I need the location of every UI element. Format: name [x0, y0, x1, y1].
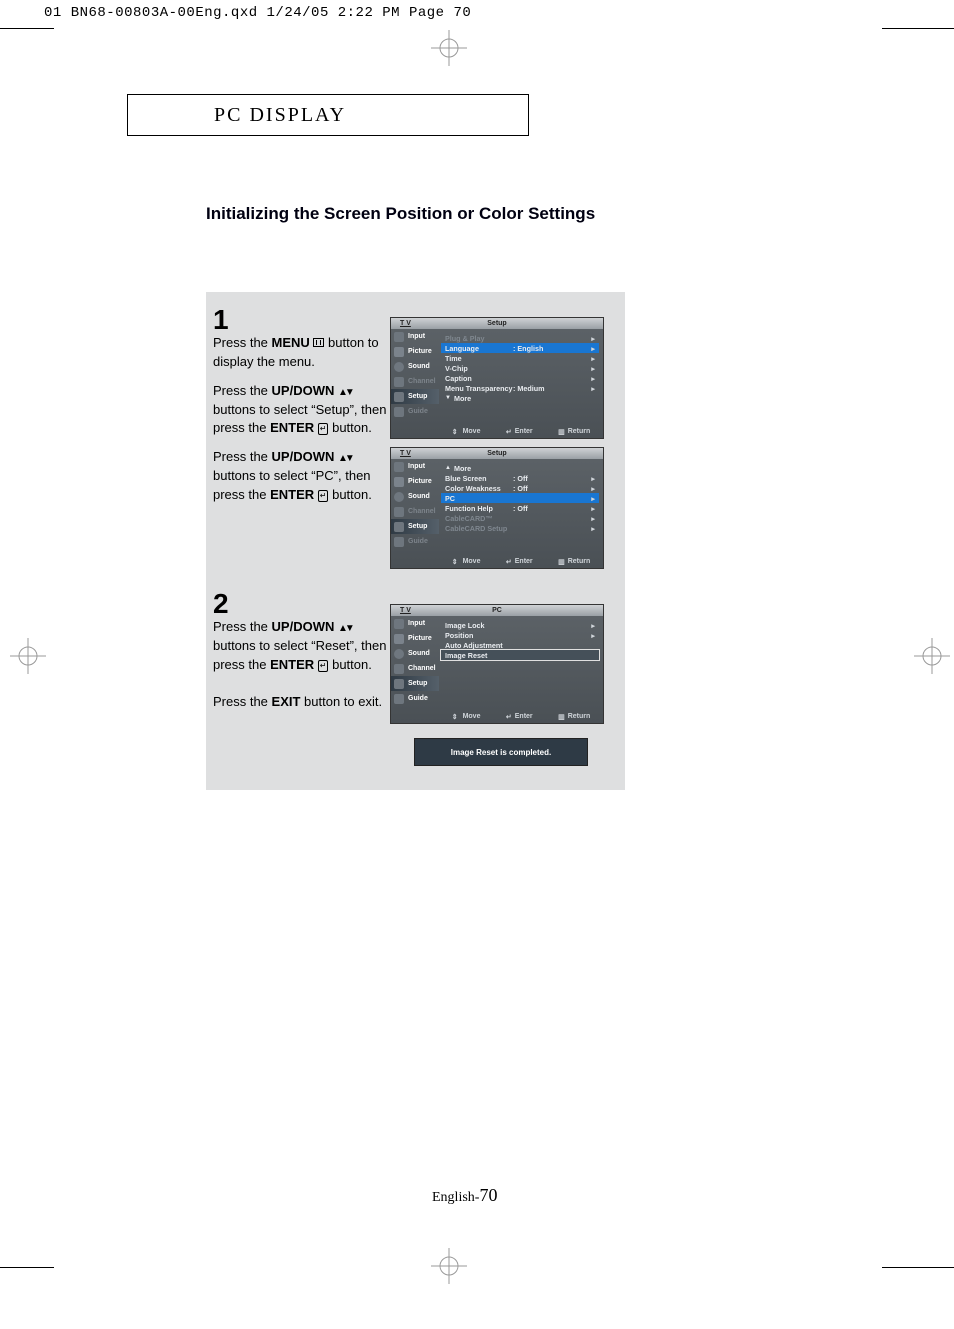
- osd-tab-input: Input: [391, 459, 439, 474]
- osd-tab-setup: Setup: [391, 676, 439, 691]
- osd-menu: Plug & Play▸Language: English▸Time▸V-Chi…: [441, 333, 599, 403]
- registration-mark: [431, 30, 467, 71]
- registration-mark: [914, 638, 950, 679]
- osd-sidebar: Input Picture Sound Channel Setup Guide: [391, 329, 439, 423]
- page-title: Initializing the Screen Position or Colo…: [206, 204, 595, 224]
- osd-menu-item: Image Reset: [441, 650, 599, 660]
- osd-menu-item: Time▸: [441, 353, 599, 363]
- osd-menu-item: Menu Transparency: Medium▸: [441, 383, 599, 393]
- osd-tab-setup: Setup: [391, 389, 439, 404]
- osd-tab-picture: Picture: [391, 344, 439, 359]
- osd-screenshot-pc: T VPC Input Picture Sound Channel Setup …: [390, 604, 604, 724]
- osd-menu-item: V-Chip▸: [441, 363, 599, 373]
- osd-tab-sound: Sound: [391, 646, 439, 661]
- osd-menu-item: Position▸: [441, 630, 599, 640]
- step-1-text: Press the MENU button to display the men…: [213, 334, 388, 505]
- enter-icon: ↵: [318, 490, 329, 502]
- osd-screenshot-setup-2: T VSetup Input Picture Sound Channel Set…: [390, 447, 604, 569]
- osd-tab-picture: Picture: [391, 474, 439, 489]
- osd-tab-picture: Picture: [391, 631, 439, 646]
- content-panel: 1 Press the MENU button to display the m…: [206, 292, 625, 790]
- osd-menu-item: More: [441, 463, 599, 473]
- osd-tab-channel: Channel: [391, 661, 439, 676]
- osd-tab-sound: Sound: [391, 359, 439, 374]
- osd-menu-item: PC▸: [441, 493, 599, 503]
- osd-tab-input: Input: [391, 616, 439, 631]
- step-number-1: 1: [213, 306, 229, 334]
- crop-rule: [0, 1267, 54, 1268]
- osd-tab-sound: Sound: [391, 489, 439, 504]
- menu-icon: [313, 338, 324, 347]
- osd-menu-item: Language: English▸: [441, 343, 599, 353]
- return-hint: ▥ Return: [558, 428, 590, 436]
- up-down-icon: ▲▼: [338, 386, 352, 401]
- crop-rule: [882, 1267, 954, 1268]
- osd-footer: Move↵ Enter▥ Return: [439, 710, 603, 723]
- osd-menu-item: Image Lock▸: [441, 620, 599, 630]
- step-2-text: Press the UP/DOWN ▲▼ buttons to select “…: [213, 618, 388, 711]
- osd-tab-guide: Guide: [391, 404, 439, 419]
- crop-rule: [882, 28, 954, 29]
- print-header: 01 BN68-00803A-00Eng.qxd 1/24/05 2:22 PM…: [44, 5, 471, 21]
- registration-mark: [10, 638, 46, 679]
- osd-title: PC: [492, 607, 502, 614]
- osd-menu-item: Blue Screen: Off▸: [441, 473, 599, 483]
- enter-icon: ↵: [318, 423, 329, 435]
- osd-menu-item: CableCARD Setup▸: [441, 523, 599, 533]
- registration-mark: [431, 1248, 467, 1289]
- osd-tab-input: Input: [391, 329, 439, 344]
- osd-footer: Move↵ Enter▥ Return: [439, 555, 603, 568]
- osd-menu: MoreBlue Screen: Off▸Color Weakness: Off…: [441, 463, 599, 533]
- section-heading: PC DISPLAY: [127, 94, 529, 136]
- section-label: PC DISPLAY: [214, 104, 346, 127]
- toast-message: Image Reset is completed.: [414, 738, 588, 766]
- osd-tab-guide: Guide: [391, 691, 439, 706]
- osd-sidebar: Input Picture Sound Channel Setup Guide: [391, 459, 439, 553]
- enter-icon: ↵: [318, 660, 329, 672]
- crop-rule: [0, 28, 54, 29]
- osd-tab-guide: Guide: [391, 534, 439, 549]
- osd-menu-item: CableCARD™▸: [441, 513, 599, 523]
- osd-menu: Image Lock▸Position▸Auto AdjustmentImage…: [441, 620, 599, 660]
- osd-menu-item: Auto Adjustment: [441, 640, 599, 650]
- page-footer: English-70: [432, 1185, 497, 1206]
- osd-menu-item: Plug & Play▸: [441, 333, 599, 343]
- osd-menu-item: Caption▸: [441, 373, 599, 383]
- osd-tab-setup: Setup: [391, 519, 439, 534]
- osd-menu-item: Color Weakness: Off▸: [441, 483, 599, 493]
- osd-menu-item: More: [441, 393, 599, 403]
- step-number-2: 2: [213, 590, 229, 618]
- osd-footer: Move↵ Enter▥ Return: [439, 425, 603, 438]
- osd-tab-channel: Channel: [391, 504, 439, 519]
- osd-screenshot-setup-1: T VSetup Input Picture Sound Channel Set…: [390, 317, 604, 439]
- up-down-icon: ▲▼: [338, 622, 352, 637]
- osd-menu-item: Function Help: Off▸: [441, 503, 599, 513]
- osd-sidebar: Input Picture Sound Channel Setup Guide: [391, 616, 439, 708]
- enter-hint: ↵ Enter: [506, 428, 533, 436]
- up-down-icon: ▲▼: [338, 452, 352, 467]
- osd-tab-channel: Channel: [391, 374, 439, 389]
- osd-title: Setup: [487, 320, 506, 327]
- osd-title: Setup: [487, 450, 506, 457]
